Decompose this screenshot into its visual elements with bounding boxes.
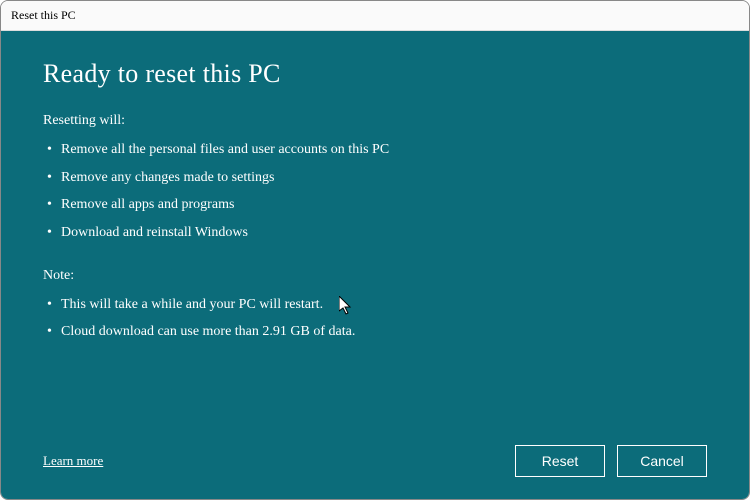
list-item: Remove all apps and programs — [43, 194, 707, 216]
list-item: Remove any changes made to settings — [43, 167, 707, 189]
list-item: Download and reinstall Windows — [43, 222, 707, 244]
note-label: Note: — [43, 268, 707, 284]
list-item: Remove all the personal files and user a… — [43, 139, 707, 161]
reset-pc-dialog: Reset this PC Ready to reset this PC Res… — [0, 0, 750, 500]
note-list: This will take a while and your PC will … — [43, 294, 707, 349]
window-title: Reset this PC — [11, 8, 76, 23]
resetting-will-label: Resetting will: — [43, 113, 707, 129]
cancel-button[interactable]: Cancel — [617, 445, 707, 477]
resetting-will-list: Remove all the personal files and user a… — [43, 139, 707, 250]
button-row: Reset Cancel — [515, 445, 707, 477]
list-item: This will take a while and your PC will … — [43, 294, 707, 316]
window-titlebar: Reset this PC — [1, 1, 749, 31]
reset-button[interactable]: Reset — [515, 445, 605, 477]
list-item: Cloud download can use more than 2.91 GB… — [43, 321, 707, 343]
page-title: Ready to reset this PC — [43, 59, 707, 89]
dialog-content: Ready to reset this PC Resetting will: R… — [1, 31, 749, 499]
dialog-footer: Learn more Reset Cancel — [43, 435, 707, 477]
learn-more-link[interactable]: Learn more — [43, 453, 103, 469]
